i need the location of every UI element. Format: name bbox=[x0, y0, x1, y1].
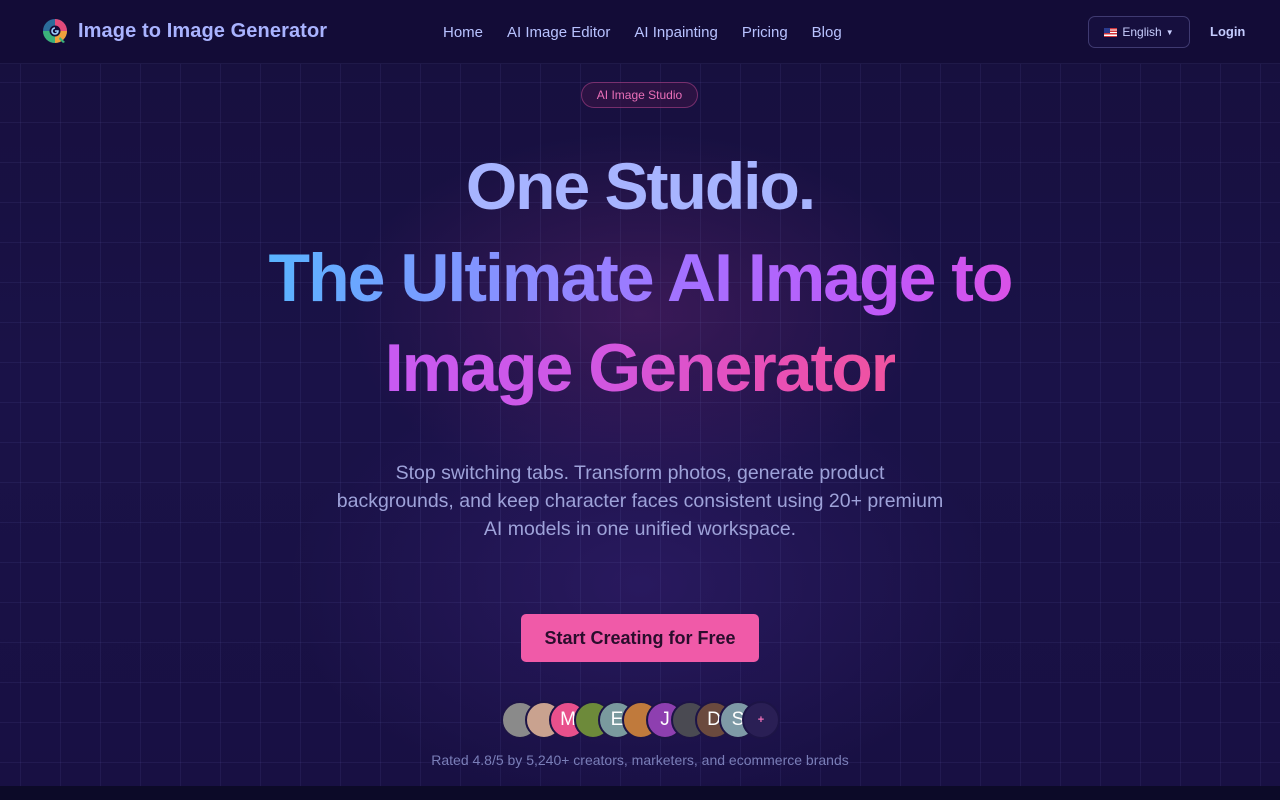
start-creating-button[interactable]: Start Creating for Free bbox=[521, 614, 759, 662]
hero-subtitle-line-1: Stop switching tabs. Transform photos, g… bbox=[395, 462, 885, 484]
rating-text: Rated 4.8/5 by 5,240+ creators, marketer… bbox=[431, 752, 849, 768]
avatar-more: + bbox=[742, 701, 780, 739]
hero-badge: AI Image Studio bbox=[581, 82, 698, 108]
nav-ai-image-editor[interactable]: AI Image Editor bbox=[507, 23, 610, 43]
nav-blog[interactable]: Blog bbox=[812, 23, 842, 43]
hero-title-line-2: The Ultimate AI Image to bbox=[0, 236, 1280, 320]
nav-pricing[interactable]: Pricing bbox=[742, 23, 788, 43]
main-nav: Home AI Image Editor AI Inpainting Prici… bbox=[443, 23, 866, 43]
logo-icon bbox=[43, 19, 67, 43]
nav-home[interactable]: Home bbox=[443, 23, 483, 43]
hero-title-line-3: Image Generator bbox=[0, 326, 1280, 410]
nav-ai-inpainting[interactable]: AI Inpainting bbox=[634, 23, 717, 43]
language-selector[interactable]: English ▼ bbox=[1088, 16, 1190, 48]
hero-subtitle-line-2: backgrounds, and keep character faces co… bbox=[336, 490, 944, 512]
site-header: Image to Image Generator Home AI Image E… bbox=[0, 0, 1280, 64]
site-logo[interactable]: Image to Image Generator bbox=[40, 16, 327, 46]
language-label: English bbox=[1122, 25, 1162, 39]
login-link[interactable]: Login bbox=[1210, 24, 1245, 40]
us-flag-icon bbox=[1104, 27, 1118, 37]
hero-title-line-1: One Studio. bbox=[465, 149, 816, 223]
logo-text: Image to Image Generator bbox=[78, 19, 328, 42]
next-section-edge bbox=[0, 786, 1280, 800]
hero-subtitle: Stop switching tabs. Transform photos, g… bbox=[300, 459, 980, 543]
hero-subtitle-line-3: AI models in one unified workspace. bbox=[483, 518, 797, 540]
chevron-down-icon: ▼ bbox=[1165, 27, 1174, 37]
hero-title-line-2-text: The Ultimate AI Image to bbox=[268, 240, 1014, 316]
hero-title-line-3-text: Image Generator bbox=[384, 330, 897, 406]
